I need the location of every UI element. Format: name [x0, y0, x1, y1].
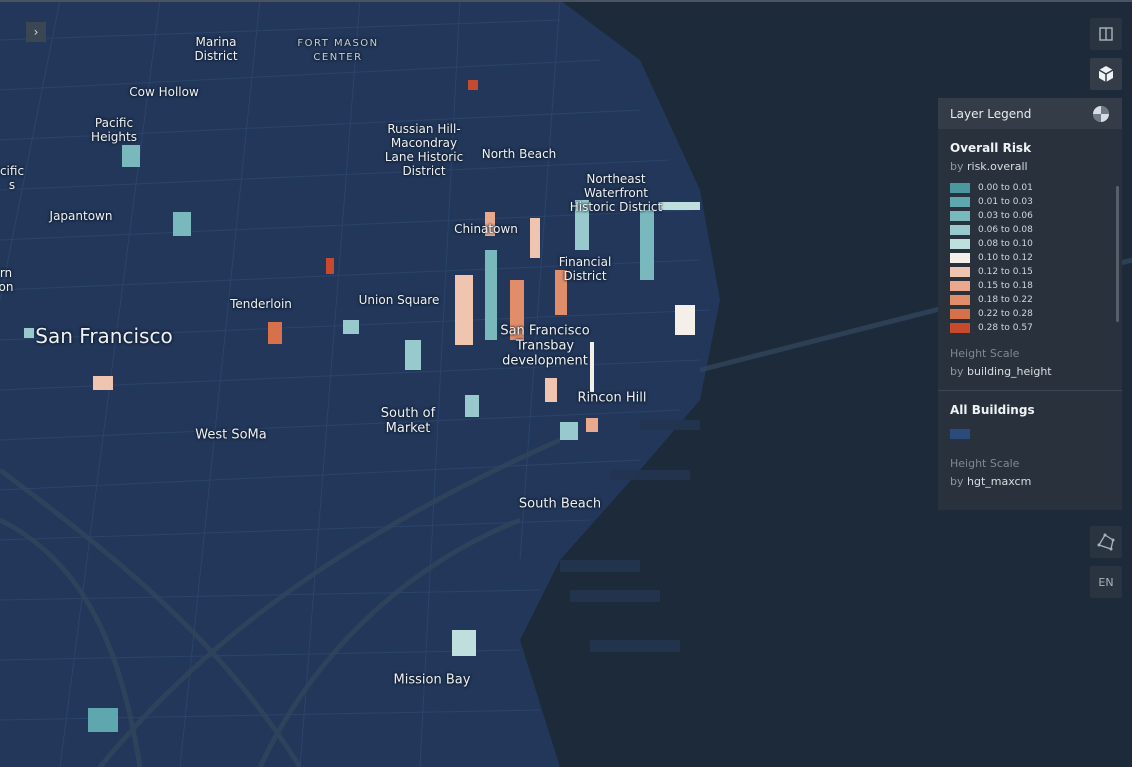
legend-bin-label: 0.15 to 0.18 [978, 281, 1033, 291]
place-south-of-market: South of Market [380, 406, 436, 436]
legend-swatch [950, 197, 970, 207]
legend-bin-label: 0.06 to 0.08 [978, 225, 1033, 235]
polygon-draw-icon [1097, 533, 1115, 551]
place-western-addition-cut: rn on [0, 266, 14, 294]
place-northeast-waterfront: Northeast Waterfront Historic District [569, 172, 663, 214]
place-russian-hill: Russian Hill- Macondray Lane Historic Di… [384, 122, 464, 178]
height-scale-label: Height Scale [950, 347, 1020, 360]
legend-swatch [950, 295, 970, 305]
place-tenderloin: Tenderloin [230, 297, 292, 311]
split-map-icon [1099, 27, 1113, 41]
legend-bin-label: 0.18 to 0.22 [978, 295, 1033, 305]
legend-swatch [950, 309, 970, 319]
split-map-button[interactable] [1090, 18, 1122, 50]
color-bins: 0.00 to 0.01 0.01 to 0.03 0.03 to 0.06 0.06… [938, 173, 1122, 335]
legend-bin: 0.12 to 0.15 [950, 265, 1110, 279]
legend-bin: 0.01 to 0.03 [950, 195, 1110, 209]
legend-bin: 0.03 to 0.06 [950, 209, 1110, 223]
height-field-label: by building_height [950, 365, 1052, 378]
layer-legend-panel: Layer Legend Overall Risk by risk.overal… [938, 98, 1122, 510]
sidebar-toggle-button[interactable]: › [26, 22, 46, 42]
legend-swatch [950, 239, 970, 249]
legend-swatch [950, 281, 970, 291]
place-south-beach: South Beach [518, 496, 602, 512]
height-scale-label-2: Height Scale [950, 457, 1020, 470]
legend-bin: 0.22 to 0.28 [950, 307, 1110, 321]
3d-map-button[interactable] [1090, 58, 1122, 90]
place-san-francisco: San Francisco [35, 324, 173, 348]
legend-bin-label: 0.22 to 0.28 [978, 309, 1033, 319]
legend-header: Layer Legend [938, 98, 1122, 129]
legend-bin-label: 0.03 to 0.06 [978, 211, 1033, 221]
color-field-label: by risk.overall [950, 160, 1028, 173]
place-west-soma: West SoMa [195, 427, 267, 443]
legend-bin: 0.00 to 0.01 [950, 181, 1110, 195]
layer-name-all-buildings: All Buildings [950, 403, 1035, 417]
place-pacific-heights: Pacific Heights [91, 116, 137, 144]
place-cow-hollow: Cow Hollow [129, 85, 199, 99]
layer-name-overall-risk: Overall Risk [950, 141, 1032, 155]
legend-bin: 0.08 to 0.10 [950, 237, 1110, 251]
legend-bin: 0.18 to 0.22 [950, 293, 1110, 307]
legend-bin-label: 0.12 to 0.15 [978, 267, 1033, 277]
place-fort-mason-center: FORT MASON CENTER [297, 38, 379, 63]
legend-bin-label: 0.08 to 0.10 [978, 239, 1033, 249]
place-financial-district: Financial District [558, 255, 612, 283]
place-marina-district: Marina District [194, 35, 238, 63]
draw-polygon-button[interactable] [1090, 526, 1122, 558]
legend-bin-label: 0.10 to 0.12 [978, 253, 1033, 263]
legend-toggle-icon[interactable] [1092, 105, 1110, 123]
legend-title: Layer Legend [950, 106, 1032, 121]
top-border [0, 0, 1132, 2]
height-field-label-2: by hgt_maxcm [950, 475, 1032, 488]
legend-bin-label: 0.01 to 0.03 [978, 197, 1033, 207]
cube-3d-icon [1098, 66, 1114, 82]
legend-bin-label: 0.00 to 0.01 [978, 183, 1033, 193]
place-mission-bay: Mission Bay [393, 672, 471, 688]
legend-bin-label: 0.28 to 0.57 [978, 323, 1033, 333]
legend-swatch [950, 211, 970, 221]
legend-scrollbar[interactable] [1116, 186, 1119, 322]
legend-swatch [950, 183, 970, 193]
language-button[interactable]: EN [1090, 566, 1122, 598]
legend-bin: 0.15 to 0.18 [950, 279, 1110, 293]
legend-bin: 0.06 to 0.08 [950, 223, 1110, 237]
place-transbay-development: San Francisco Transbay development [500, 323, 590, 369]
place-japantown: Japantown [49, 209, 113, 223]
place-north-beach: North Beach [481, 147, 557, 161]
legend-swatch [950, 225, 970, 235]
place-chinatown: Chinatown [454, 222, 518, 236]
place-union-square: Union Square [358, 293, 440, 307]
legend-swatch [950, 323, 970, 333]
legend-swatch [950, 267, 970, 277]
place-pacific-heights-cut: cific s [0, 164, 25, 192]
place-rincon-hill: Rincon Hill [577, 390, 647, 406]
all-buildings-color-swatch [950, 429, 970, 439]
legend-bin: 0.10 to 0.12 [950, 251, 1110, 265]
legend-swatch [950, 253, 970, 263]
legend-bin: 0.28 to 0.57 [950, 321, 1110, 335]
